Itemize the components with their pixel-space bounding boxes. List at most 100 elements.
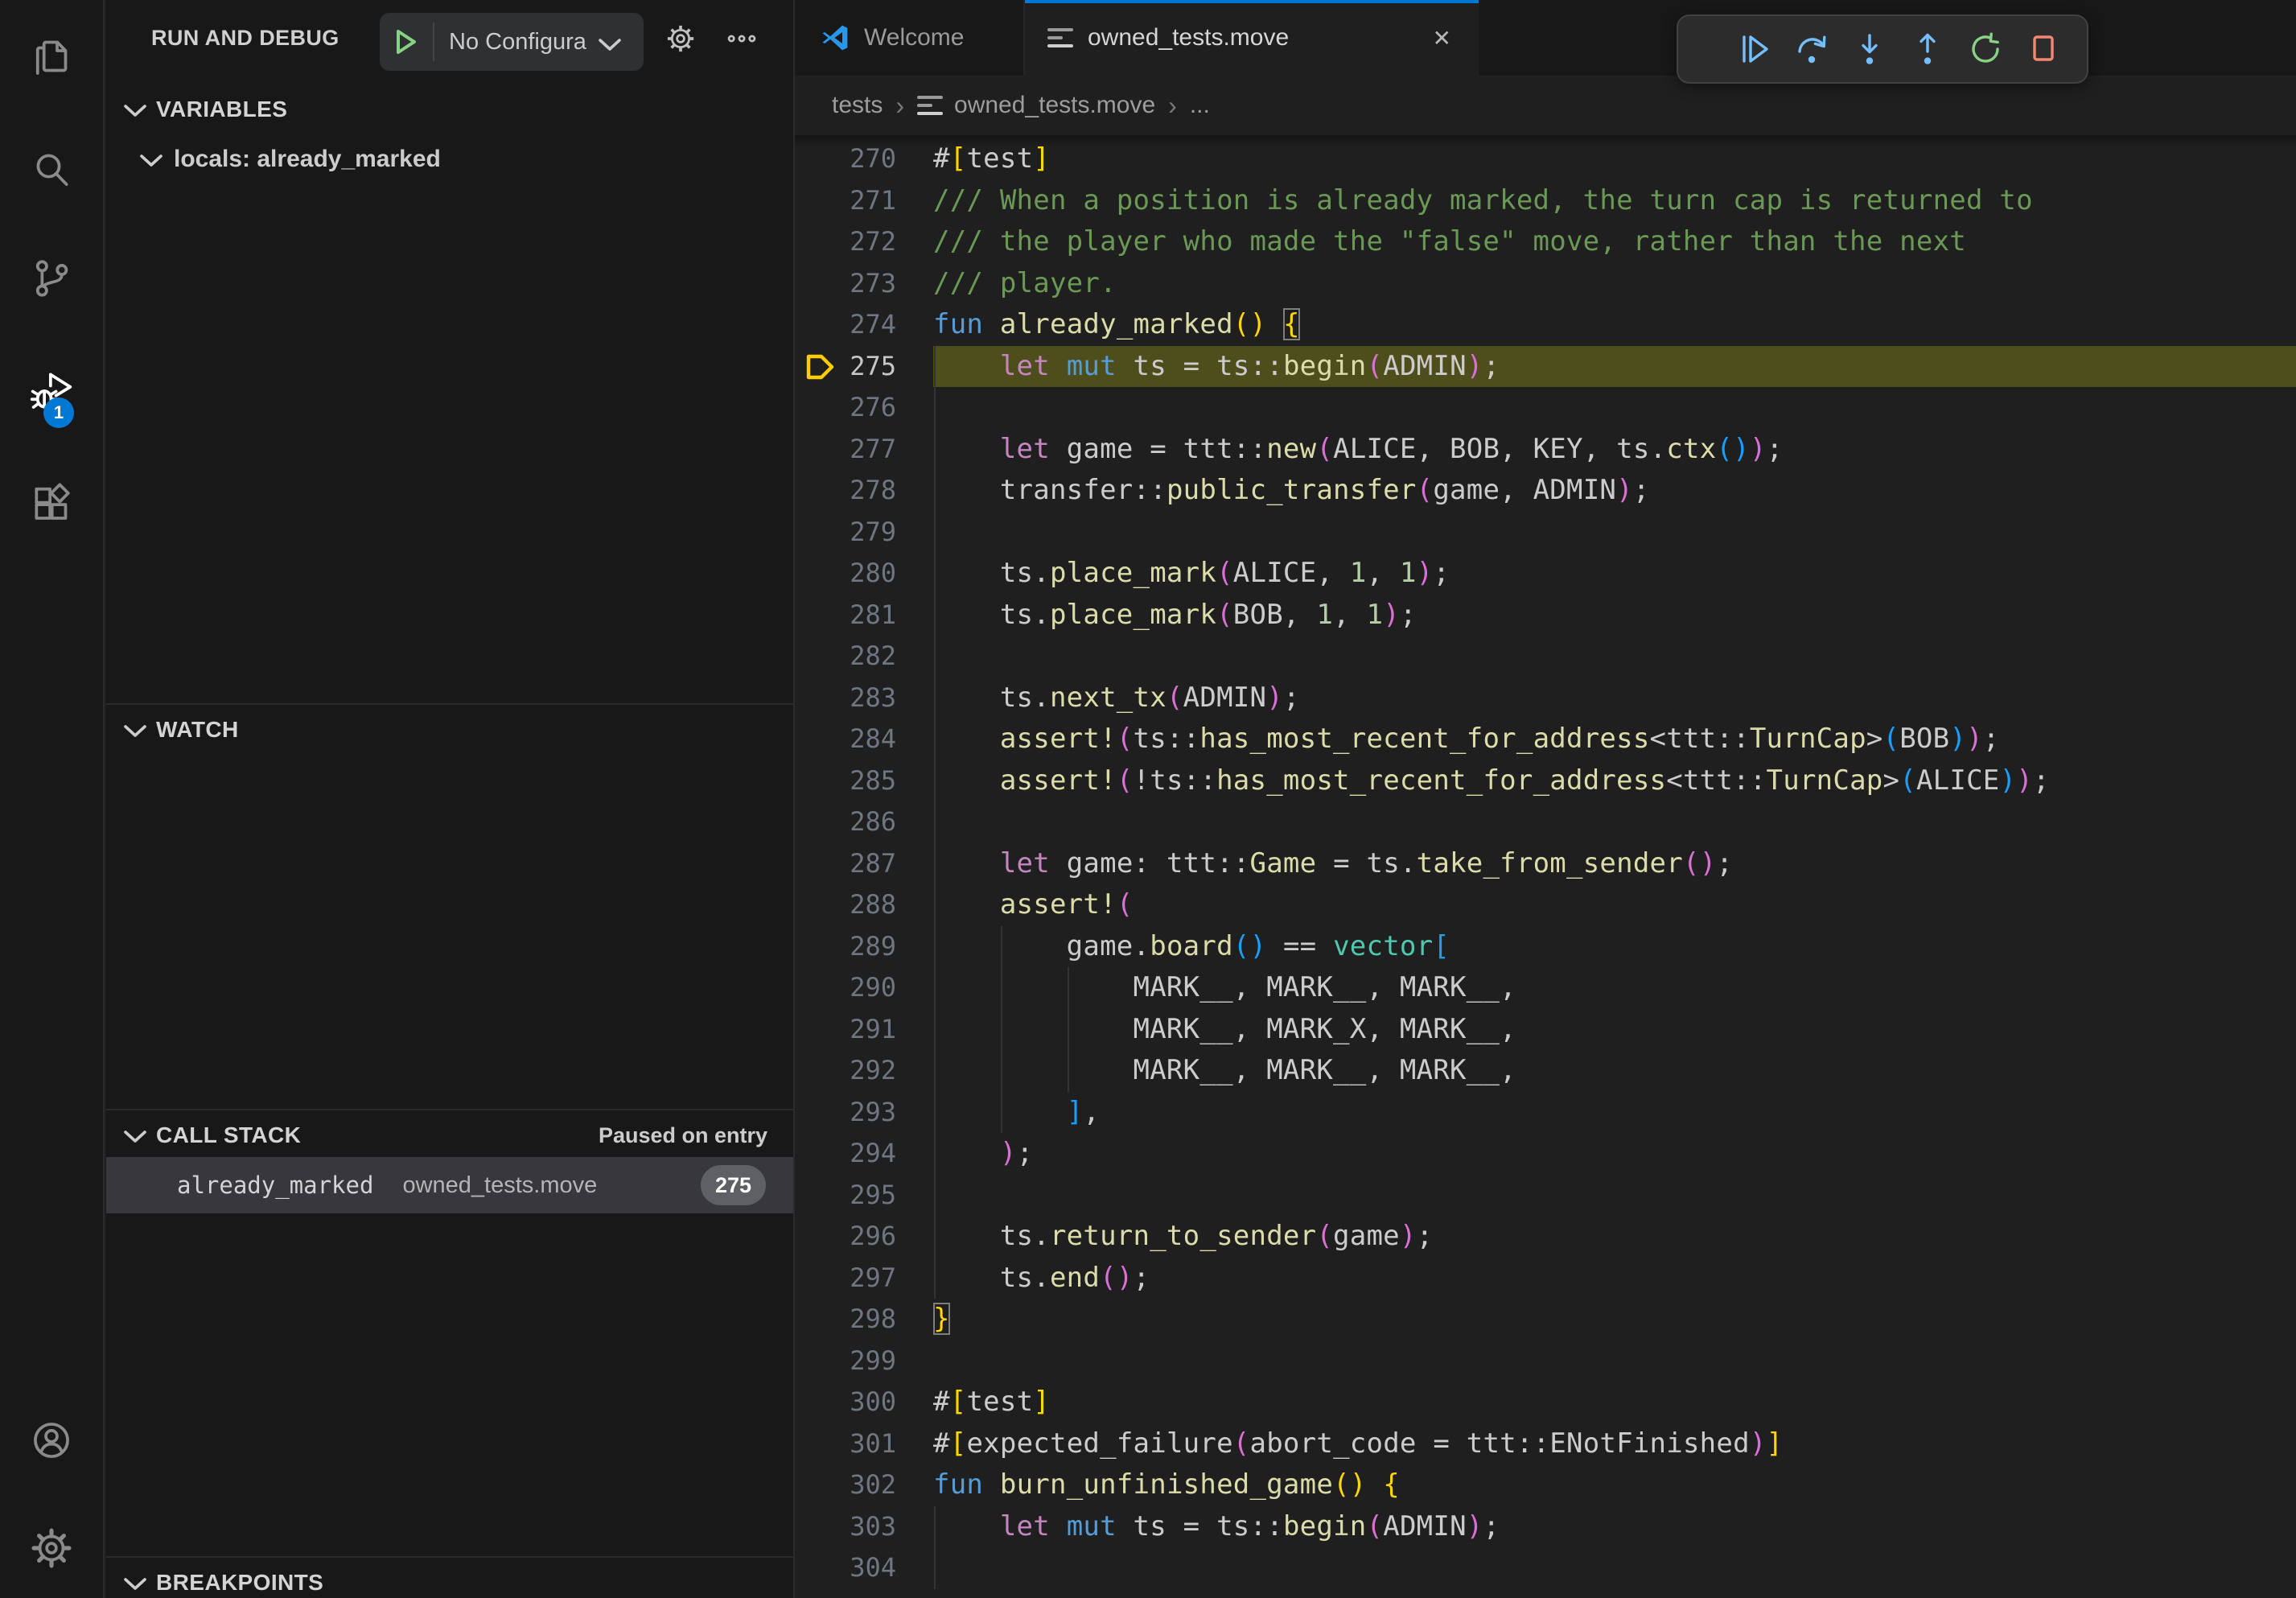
continue-icon[interactable] [1730,22,1778,76]
line-number-gutter[interactable]: 301 [795,1423,933,1465]
line-number-gutter[interactable]: 293 [795,1092,933,1134]
code-line[interactable]: 276 [795,387,2296,429]
code-editor[interactable]: 270#[test]271/// When a position is alre… [795,135,2296,1598]
code-line[interactable]: 301#[expected_failure(abort_code = ttt::… [795,1423,2296,1465]
code-line[interactable]: 275 let mut ts = ts::begin(ADMIN); [795,346,2296,388]
line-number-gutter[interactable]: 281 [795,595,933,636]
line-number-gutter[interactable]: 279 [795,512,933,554]
line-number-gutter[interactable]: 284 [795,719,933,760]
code-line[interactable]: 286 [795,801,2296,843]
call-stack-section-header[interactable]: CALL STACK Paused on entry [106,1109,793,1160]
line-number-gutter[interactable]: 286 [795,801,933,843]
line-number-gutter[interactable]: 278 [795,470,933,512]
breadcrumb-file[interactable]: owned_tests.move [954,92,1155,119]
locals-scope-row[interactable]: locals: already_marked [106,135,793,183]
source-control-icon[interactable] [29,256,74,301]
breadcrumb-folder[interactable]: tests [832,92,883,119]
code-line[interactable]: 281 ts.place_mark(BOB, 1, 1); [795,595,2296,636]
code-line[interactable]: 289 game.board() == vector[ [795,926,2296,968]
code-line[interactable]: 287 let game: ttt::Game = ts.take_from_s… [795,843,2296,885]
line-number-gutter[interactable]: 272 [795,221,933,263]
code-line[interactable]: 277 let game = ttt::new(ALICE, BOB, KEY,… [795,429,2296,471]
line-number-gutter[interactable]: 280 [795,553,933,595]
line-number-gutter[interactable]: 287 [795,843,933,885]
code-line[interactable]: 304 [795,1547,2296,1589]
code-line[interactable]: 298} [795,1299,2296,1341]
close-icon[interactable]: ✕ [1428,22,1456,55]
line-number-gutter[interactable]: 275 [795,346,933,388]
code-line[interactable]: 292 MARK__, MARK__, MARK__, [795,1050,2296,1092]
code-line[interactable]: 284 assert!(ts::has_most_recent_for_addr… [795,719,2296,760]
code-line[interactable]: 294 ); [795,1133,2296,1175]
line-number-gutter[interactable]: 303 [795,1506,933,1548]
breadcrumb-symbol[interactable]: ... [1190,92,1210,119]
stack-frame-row[interactable]: already_marked owned_tests.move 275 [106,1157,793,1213]
line-number-gutter[interactable]: 295 [795,1175,933,1217]
watch-section-header[interactable]: WATCH [106,703,793,755]
line-number-gutter[interactable]: 290 [795,967,933,1009]
step-into-icon[interactable] [1845,22,1894,76]
line-number-gutter[interactable]: 271 [795,180,933,222]
line-number-gutter[interactable]: 285 [795,760,933,802]
code-line[interactable]: 297 ts.end(); [795,1258,2296,1299]
code-line[interactable]: 280 ts.place_mark(ALICE, 1, 1); [795,553,2296,595]
code-line[interactable]: 303 let mut ts = ts::begin(ADMIN); [795,1506,2296,1548]
line-number-gutter[interactable]: 302 [795,1464,933,1506]
variables-section-header[interactable]: VARIABLES [106,84,793,135]
line-number-gutter[interactable]: 270 [795,138,933,180]
stop-icon[interactable] [2019,22,2068,76]
code-line[interactable]: 302fun burn_unfinished_game() { [795,1464,2296,1506]
gripper-icon[interactable] [1694,22,1720,76]
line-number-gutter[interactable]: 282 [795,636,933,678]
settings-gear-icon[interactable] [29,1526,74,1571]
more-actions-icon[interactable] [724,21,759,56]
line-number-gutter[interactable]: 298 [795,1299,933,1341]
code-line[interactable]: 300#[test] [795,1382,2296,1423]
restart-icon[interactable] [1961,22,2010,76]
line-number-gutter[interactable]: 297 [795,1258,933,1299]
account-icon[interactable] [29,1418,74,1463]
line-number-gutter[interactable]: 289 [795,926,933,968]
line-number-gutter[interactable]: 304 [795,1547,933,1589]
line-number-gutter[interactable]: 277 [795,429,933,471]
line-number-gutter[interactable]: 288 [795,884,933,926]
gear-icon[interactable] [663,21,698,56]
tab-welcome[interactable]: Welcome [798,0,1025,76]
code-line[interactable]: 279 [795,512,2296,554]
search-icon[interactable] [29,146,74,192]
line-number-gutter[interactable]: 273 [795,263,933,305]
line-number-gutter[interactable]: 300 [795,1382,933,1423]
code-line[interactable]: 299 [795,1341,2296,1382]
code-line[interactable]: 295 [795,1175,2296,1217]
code-line[interactable]: 283 ts.next_tx(ADMIN); [795,678,2296,719]
line-number-gutter[interactable]: 274 [795,304,933,346]
line-number-gutter[interactable]: 299 [795,1341,933,1382]
line-number-gutter[interactable]: 296 [795,1216,933,1258]
breakpoints-section-header[interactable]: BREAKPOINTS [106,1556,793,1598]
line-number-gutter[interactable]: 291 [795,1009,933,1051]
code-line[interactable]: 282 [795,636,2296,678]
step-out-icon[interactable] [1903,22,1952,76]
code-line[interactable]: 296 ts.return_to_sender(game); [795,1216,2296,1258]
tab-owned-tests-move[interactable]: owned_tests.move ✕ [1025,0,1479,76]
code-line[interactable]: 270#[test] [795,138,2296,180]
line-number-gutter[interactable]: 294 [795,1133,933,1175]
line-number-gutter[interactable]: 276 [795,387,933,429]
start-debugging-button[interactable] [380,23,434,61]
code-line[interactable]: 273/// player. [795,263,2296,305]
code-line[interactable]: 288 assert!( [795,884,2296,926]
code-line[interactable]: 272/// the player who made the "false" m… [795,221,2296,263]
files-icon[interactable] [29,34,74,79]
code-line[interactable]: 271/// When a position is already marked… [795,180,2296,222]
line-number-gutter[interactable]: 292 [795,1050,933,1092]
code-line[interactable]: 285 assert!(!ts::has_most_recent_for_add… [795,760,2296,802]
launch-configuration-dropdown[interactable]: No Configura [380,13,644,71]
code-line[interactable]: 291 MARK__, MARK_X, MARK__, [795,1009,2296,1051]
extensions-icon[interactable] [29,481,74,526]
code-line[interactable]: 278 transfer::public_transfer(game, ADMI… [795,470,2296,512]
code-line[interactable]: 274fun already_marked() { [795,304,2296,346]
code-line[interactable]: 293 ], [795,1092,2296,1134]
line-number-gutter[interactable]: 283 [795,678,933,719]
step-over-icon[interactable] [1788,22,1836,76]
code-line[interactable]: 290 MARK__, MARK__, MARK__, [795,967,2296,1009]
